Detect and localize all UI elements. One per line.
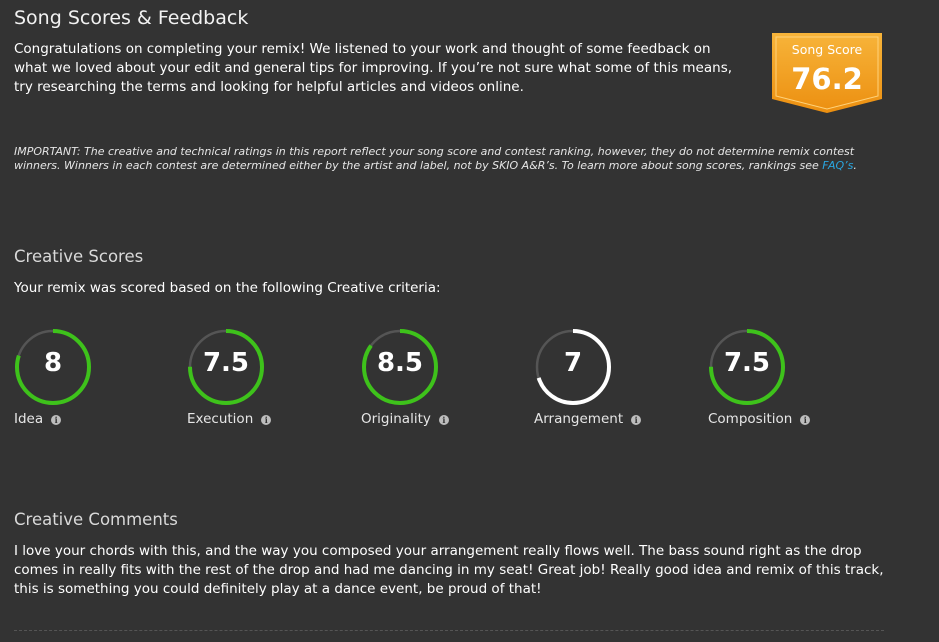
- score-label: Idea i: [14, 411, 62, 427]
- score-value: 7.5: [723, 348, 771, 378]
- creative-comments-title: Creative Comments: [14, 510, 178, 529]
- score-label: Arrangement i: [534, 411, 642, 427]
- score-value: 7: [563, 348, 583, 378]
- score-item-composition: 7.5 Composition i: [708, 328, 858, 438]
- score-label: Composition i: [708, 411, 811, 427]
- score-label-text: Originality: [361, 411, 431, 427]
- score-label: Originality i: [361, 411, 449, 427]
- creative-scores-title: Creative Scores: [14, 247, 144, 266]
- important-notice: IMPORTANT: The creative and technical ra…: [14, 145, 894, 173]
- score-label-text: Idea: [14, 411, 44, 427]
- song-score-value: 76.2: [791, 62, 863, 96]
- score-label-text: Execution: [187, 411, 254, 427]
- score-value: 8: [43, 348, 63, 378]
- score-label: Execution i: [187, 411, 272, 427]
- score-value: 7.5: [202, 348, 250, 378]
- score-item-idea: 8 Idea i: [14, 328, 164, 438]
- faq-link[interactable]: FAQ’s: [822, 159, 853, 172]
- score-item-arrangement: 7 Arrangement i: [534, 328, 684, 438]
- creative-scores-subtitle: Your remix was scored based on the follo…: [14, 280, 441, 296]
- score-item-originality: 8.5 Originality i: [361, 328, 511, 438]
- song-score-badge: Song Score 76.2: [772, 33, 882, 113]
- info-icon[interactable]: i: [800, 415, 811, 425]
- intro-text: Congratulations on completing your remix…: [14, 41, 733, 95]
- info-icon[interactable]: i: [261, 415, 272, 425]
- song-score-label: Song Score: [791, 42, 863, 57]
- divider: [14, 630, 884, 631]
- page-title: Song Scores & Feedback: [14, 7, 249, 29]
- important-notice-text: IMPORTANT: The creative and technical ra…: [14, 145, 855, 172]
- info-icon[interactable]: i: [631, 415, 642, 425]
- score-value: 8.5: [376, 348, 424, 378]
- info-icon[interactable]: i: [51, 415, 62, 425]
- info-icon[interactable]: i: [438, 415, 449, 425]
- score-item-execution: 7.5 Execution i: [187, 328, 337, 438]
- creative-comments-text: I love your chords with this, and the wa…: [14, 543, 884, 597]
- score-label-text: Arrangement: [534, 411, 624, 427]
- important-notice-suffix: .: [853, 159, 857, 172]
- score-label-text: Composition: [708, 411, 793, 427]
